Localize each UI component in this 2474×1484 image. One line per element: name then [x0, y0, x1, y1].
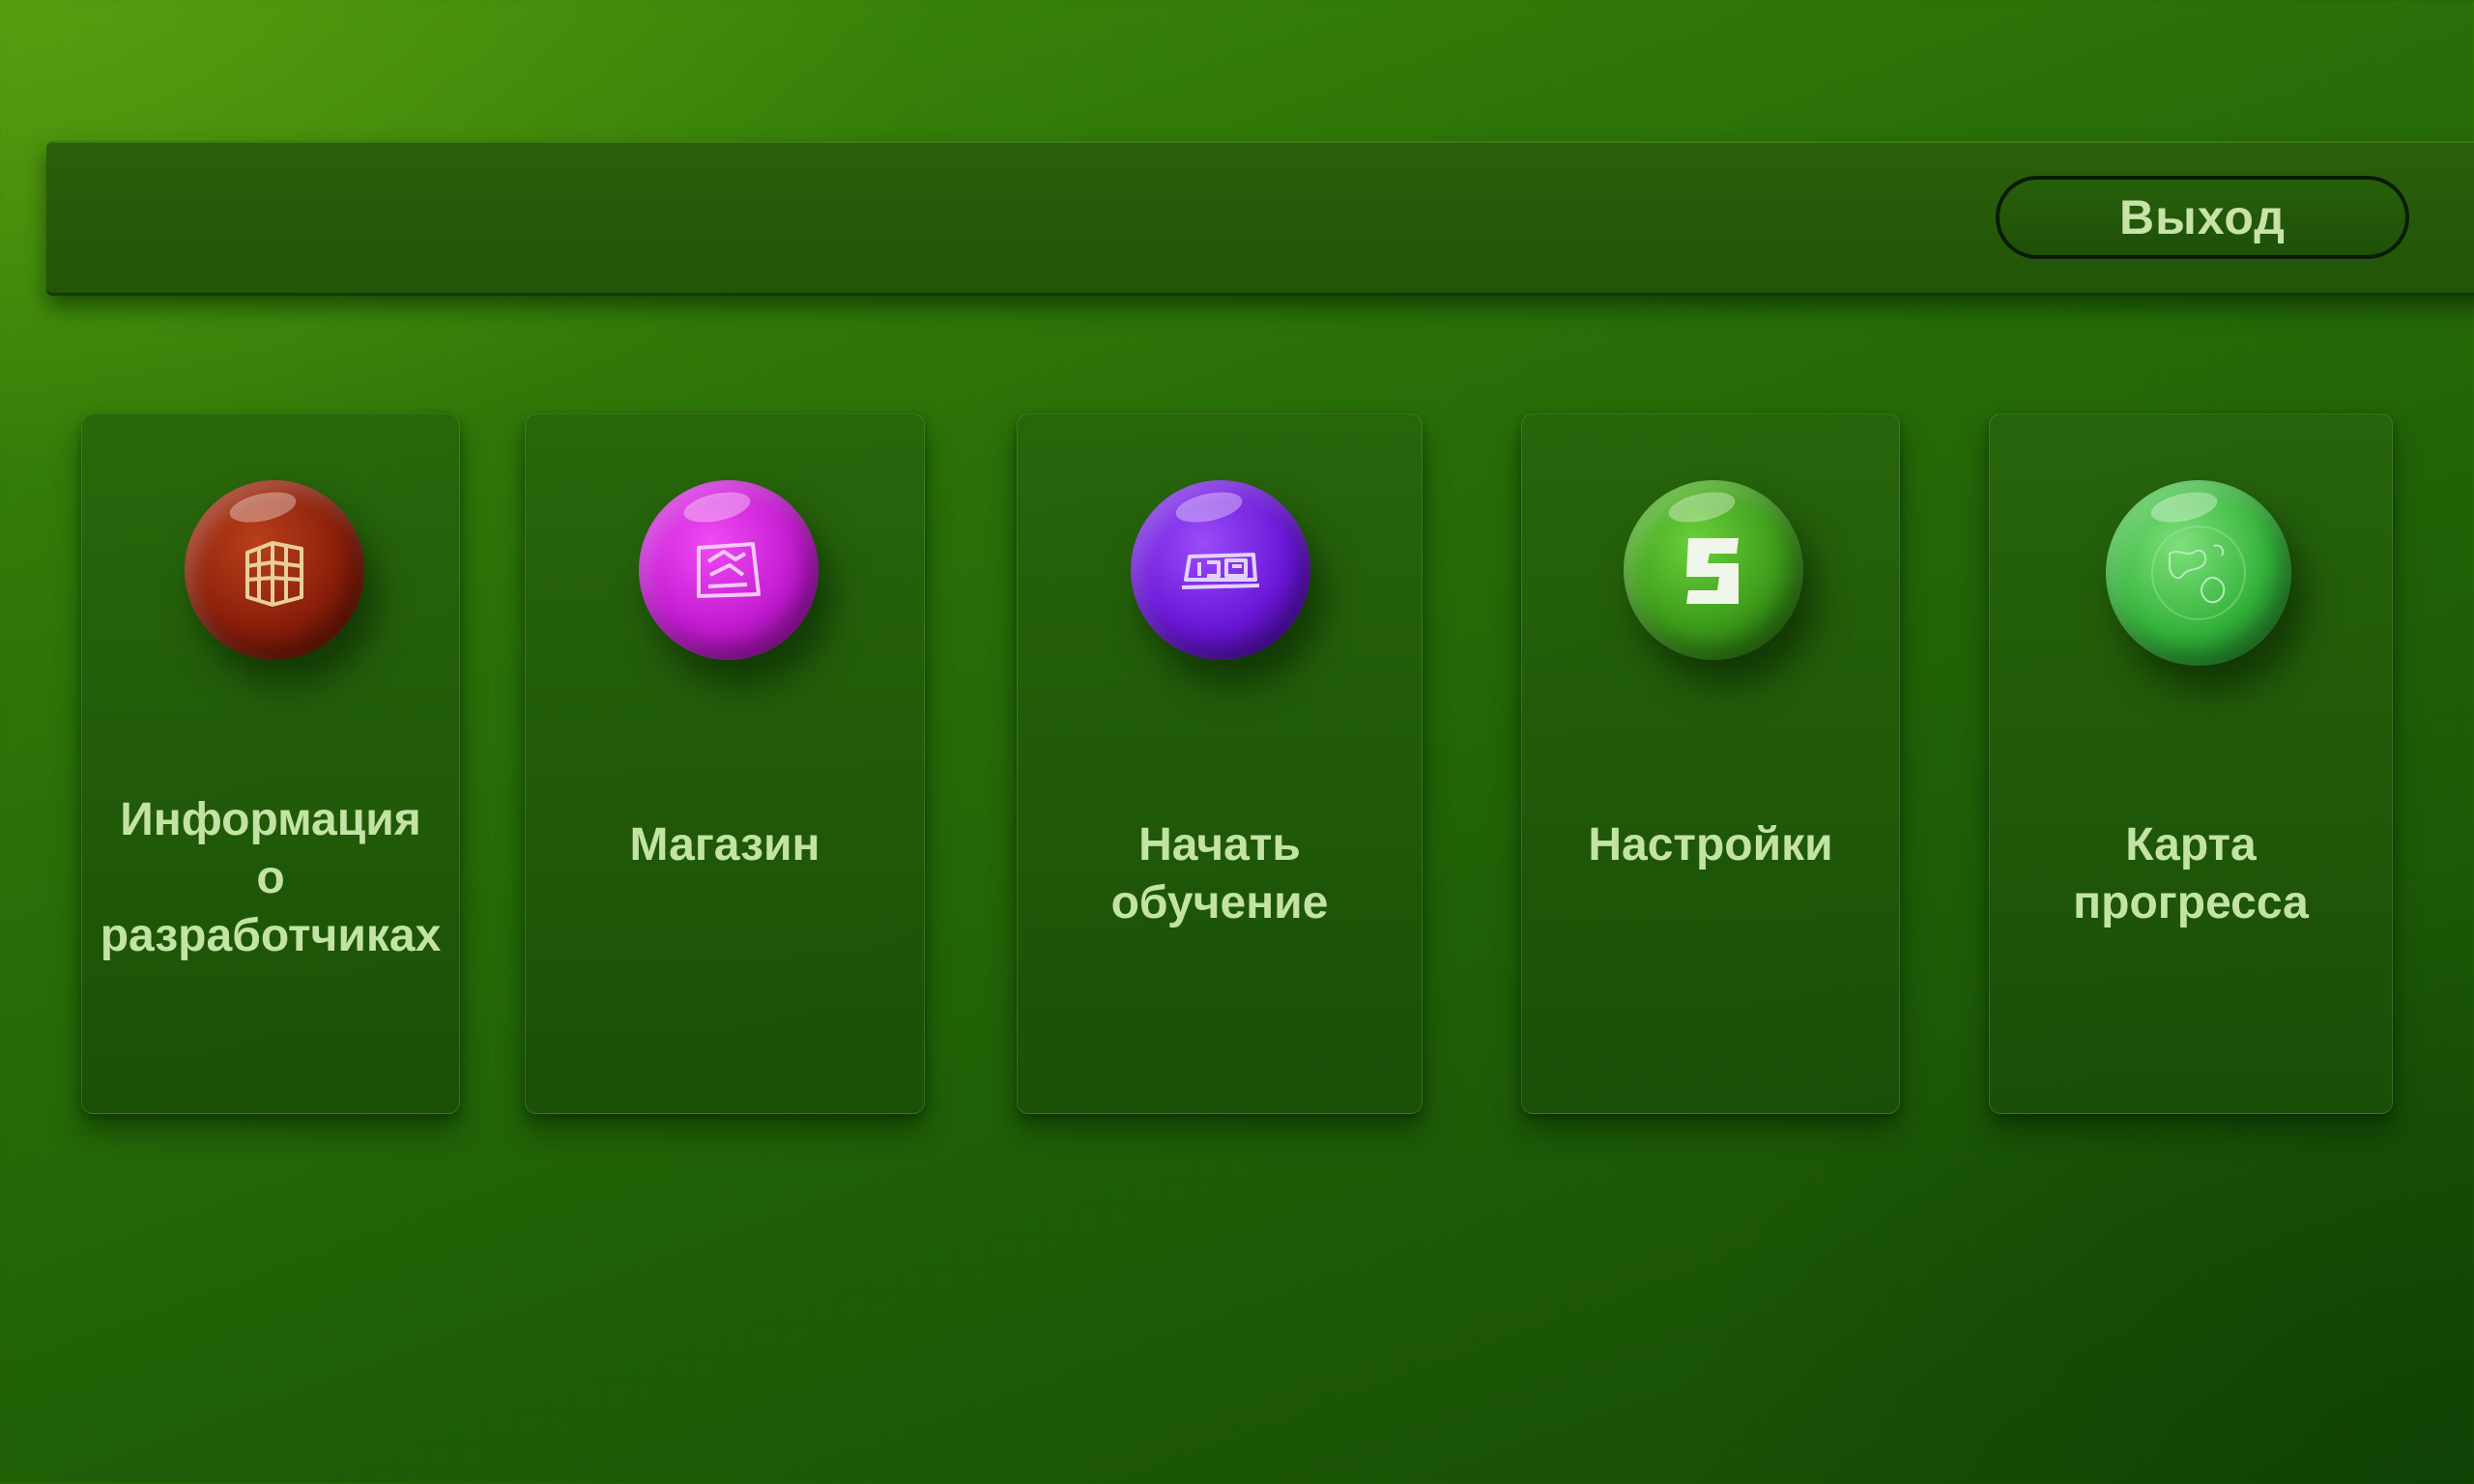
globe-icon: [2106, 480, 2291, 666]
card-label: Магазин: [629, 819, 820, 870]
card-shop[interactable]: Магазин: [525, 414, 925, 1114]
shop-icon: [639, 480, 819, 660]
building-icon: [185, 480, 364, 660]
tutorial-icon: [1131, 480, 1310, 660]
exit-button[interactable]: Выход: [1996, 176, 2409, 259]
card-progress-map[interactable]: Карта прогресса: [1989, 414, 2393, 1114]
card-label: Информация о разработчиках: [100, 794, 442, 961]
card-settings[interactable]: Настройки: [1521, 414, 1900, 1114]
card-start-tutorial[interactable]: Начать обучение: [1017, 414, 1423, 1114]
card-label: Карта прогресса: [2073, 819, 2309, 928]
card-label: Настройки: [1588, 819, 1833, 870]
card-developers-info[interactable]: Информация о разработчиках: [81, 414, 460, 1114]
settings-icon: [1624, 480, 1803, 660]
card-label: Начать обучение: [1110, 819, 1329, 928]
